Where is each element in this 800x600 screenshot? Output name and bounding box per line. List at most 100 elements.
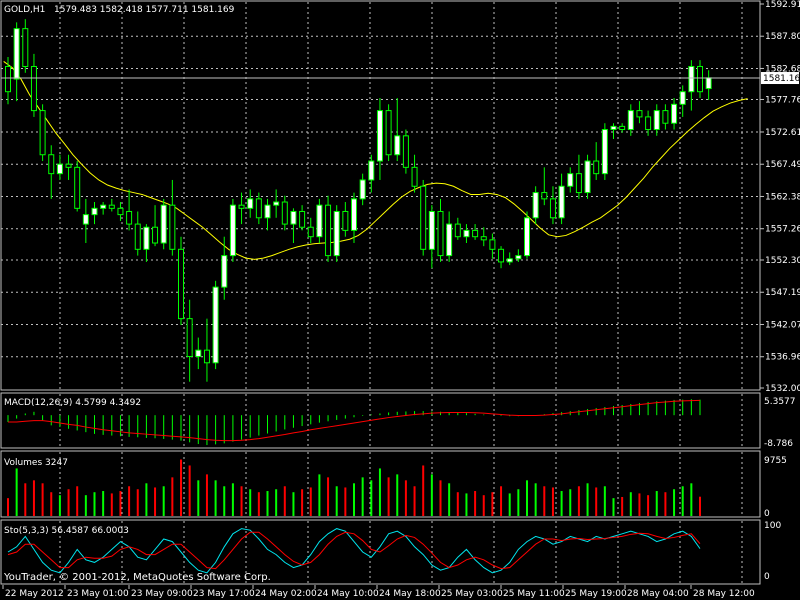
candle-body-bear: [325, 204, 332, 257]
candle[interactable]: [541, 167, 548, 206]
candle[interactable]: [454, 217, 461, 240]
price-pane[interactable]: GOLD,H1 1579.483 1582.418 1577.711 1581.…: [0, 0, 761, 391]
price-tick-label: 1547.190: [765, 288, 800, 298]
candle[interactable]: [13, 22, 20, 102]
candle[interactable]: [342, 202, 349, 237]
candle[interactable]: [610, 123, 617, 139]
candle[interactable]: [316, 198, 323, 243]
candle[interactable]: [394, 97, 401, 162]
candle[interactable]: [290, 208, 297, 243]
candle-body-bull: [627, 110, 634, 131]
candle[interactable]: [74, 161, 81, 212]
candle[interactable]: [688, 60, 695, 111]
candle[interactable]: [437, 198, 444, 262]
candle[interactable]: [420, 179, 427, 256]
candle[interactable]: [498, 246, 505, 269]
candle[interactable]: [411, 154, 418, 193]
candle[interactable]: [601, 123, 608, 180]
macd-top-tick: 5.3577: [764, 397, 796, 407]
candle[interactable]: [402, 129, 409, 174]
candle[interactable]: [593, 142, 600, 180]
candle-body-bull: [515, 255, 522, 260]
candle[interactable]: [584, 154, 591, 199]
candle[interactable]: [567, 167, 574, 193]
candle[interactable]: [134, 211, 141, 256]
candle[interactable]: [186, 299, 193, 382]
candle[interactable]: [48, 145, 55, 199]
volumes-pane[interactable]: Volumes 3247 9755 0: [0, 450, 787, 519]
candle[interactable]: [376, 97, 383, 180]
candle[interactable]: [480, 227, 487, 247]
price-axis[interactable]: 1592.9101587.8001582.6851577.7651572.610…: [760, 0, 800, 394]
volume-bars-layer: [7, 459, 701, 516]
candle[interactable]: [82, 198, 89, 243]
candle[interactable]: [575, 154, 582, 199]
candle-body-bull: [368, 160, 375, 181]
candle[interactable]: [108, 198, 115, 212]
candle[interactable]: [325, 195, 332, 262]
macd-pane[interactable]: MACD(12,26,9) 4.5799 4.3492 5.3577 -8.78…: [0, 392, 796, 449]
candle[interactable]: [91, 202, 98, 225]
candle-body-bear: [117, 207, 124, 216]
candle[interactable]: [221, 236, 228, 300]
candle[interactable]: [299, 205, 306, 231]
candle[interactable]: [679, 85, 686, 117]
candle[interactable]: [368, 154, 375, 193]
candle[interactable]: [463, 224, 470, 243]
candle[interactable]: [203, 318, 210, 382]
candle[interactable]: [281, 195, 288, 231]
candle[interactable]: [428, 205, 435, 269]
candle[interactable]: [333, 205, 340, 262]
candle[interactable]: [627, 104, 634, 136]
candle[interactable]: [56, 154, 63, 180]
candle[interactable]: [160, 198, 167, 250]
candle[interactable]: [229, 198, 236, 262]
time-axis[interactable]: 22 May 2012 23 May 01:00 23 May 09:00 23 Ma…: [2, 585, 755, 599]
candle[interactable]: [178, 236, 184, 325]
candle[interactable]: [169, 179, 176, 256]
candle[interactable]: [359, 173, 366, 206]
time-label: 28 May 12:00: [693, 589, 755, 599]
candle[interactable]: [195, 337, 202, 370]
candle[interactable]: [472, 224, 479, 240]
candle-body-bull: [532, 192, 539, 219]
candle[interactable]: [238, 192, 245, 225]
candle-body-bear: [420, 185, 427, 250]
candle[interactable]: [247, 189, 254, 218]
time-label: 23 May 09:00: [131, 589, 193, 599]
candle[interactable]: [264, 198, 271, 231]
candle-body-bear: [619, 125, 626, 131]
candle[interactable]: [126, 189, 133, 231]
candle[interactable]: [307, 217, 314, 243]
candle[interactable]: [506, 252, 513, 266]
candle[interactable]: [558, 173, 565, 225]
candle[interactable]: [532, 186, 539, 225]
candle[interactable]: [705, 70, 712, 100]
candle[interactable]: [143, 224, 150, 262]
candle[interactable]: [636, 101, 643, 124]
candle[interactable]: [22, 19, 29, 73]
candle[interactable]: [273, 189, 280, 218]
candle[interactable]: [662, 104, 669, 130]
candle[interactable]: [351, 192, 357, 243]
candle[interactable]: [619, 123, 626, 133]
candle[interactable]: [5, 57, 11, 105]
stochastic-pane[interactable]: Sto(5,3,3) 56.4587 66.0003 100 0 YouTrad…: [0, 519, 781, 585]
candle[interactable]: [212, 280, 219, 370]
candle[interactable]: [697, 60, 703, 98]
time-label: 24 May 10:00: [317, 589, 379, 599]
candle[interactable]: [65, 154, 72, 180]
candles-layer[interactable]: [5, 19, 712, 382]
candle[interactable]: [255, 192, 262, 225]
candle[interactable]: [385, 104, 392, 162]
candle[interactable]: [446, 211, 453, 262]
candle[interactable]: [671, 97, 678, 130]
candle[interactable]: [30, 53, 37, 117]
candle-body-bear: [645, 116, 652, 131]
candle[interactable]: [152, 205, 159, 247]
candle[interactable]: [549, 186, 556, 225]
candle[interactable]: [653, 104, 660, 136]
candle[interactable]: [100, 202, 107, 215]
candle[interactable]: [39, 104, 46, 162]
candle[interactable]: [524, 211, 530, 259]
